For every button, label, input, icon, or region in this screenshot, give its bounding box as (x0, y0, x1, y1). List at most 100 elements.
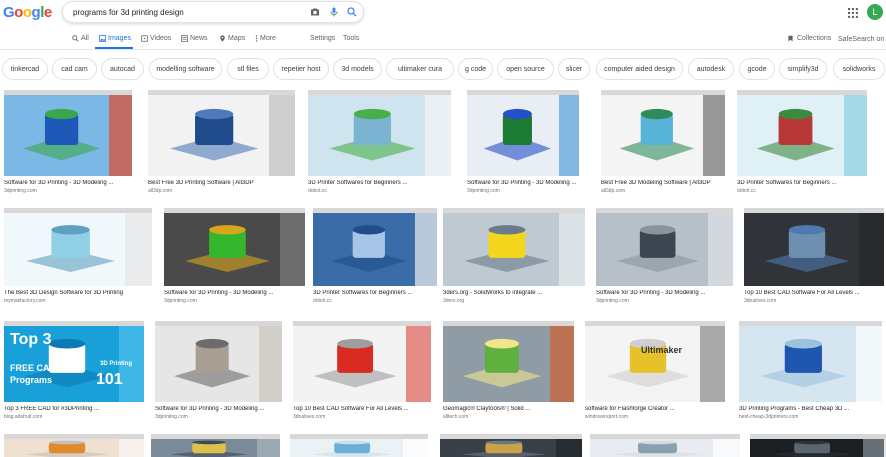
tab-maps[interactable]: Maps (219, 35, 245, 42)
result-title[interactable]: Software for 3D Printing - 3D Modeling .… (164, 290, 315, 296)
google-logo[interactable]: Google (3, 4, 52, 21)
apps-grid-icon[interactable] (848, 8, 858, 18)
overlay-line: 3D Printing (100, 361, 133, 367)
result-source[interactable]: blog.adafruit.com (4, 414, 154, 420)
chip-simplify3d[interactable]: simplify3d (779, 58, 827, 80)
result-source[interactable]: alltech.com (443, 414, 584, 420)
chip-g-code[interactable]: g code (458, 58, 493, 80)
result-thumbnail[interactable] (4, 208, 152, 286)
result-thumbnail[interactable] (750, 434, 886, 457)
result-title[interactable]: Software for 3D Printing - 3D Modeling .… (596, 290, 743, 296)
chip-gcode[interactable]: gcode (739, 58, 775, 80)
chip-open-source[interactable]: open source (497, 58, 554, 80)
result-thumbnail[interactable] (590, 434, 740, 457)
camera-icon[interactable] (309, 6, 321, 18)
result-thumbnail[interactable] (737, 90, 867, 176)
result-title[interactable]: 3D Printer Softwares for Beginners ... (737, 180, 877, 186)
result-title[interactable]: 3D Printing Programs - Best Cheap 3D ... (739, 406, 886, 412)
result-title[interactable]: Best Free 3D Modeling Software | All3DP (601, 180, 735, 186)
result-title[interactable]: Top 10 Best CAD Software For All Levels … (293, 406, 441, 412)
result-title[interactable]: 3D Printer Softwares for Beginners ... (308, 180, 461, 186)
result-thumbnail[interactable]: Ultimaker (585, 321, 725, 402)
tab-more[interactable]: More (255, 35, 276, 42)
result-thumbnail[interactable] (4, 434, 144, 457)
search-icon (72, 35, 79, 42)
result-source[interactable]: 3dprinting.com (164, 298, 315, 304)
microphone-icon[interactable] (328, 6, 340, 18)
result-thumbnail[interactable] (4, 90, 132, 176)
result-thumbnail[interactable] (596, 208, 733, 286)
result-thumbnail[interactable] (443, 208, 585, 286)
chip-computer-aided-design[interactable]: computer aided design (596, 58, 683, 80)
result-source[interactable]: dobot.cc (308, 188, 461, 194)
tab-news[interactable]: News (181, 35, 208, 42)
result-source[interactable]: best-cheap-3dprinters.com (739, 414, 886, 420)
result-title[interactable]: Top 10 Best CAD Software For All Levels … (744, 290, 886, 296)
result-thumbnail[interactable] (440, 434, 582, 457)
result-title[interactable]: software for Flashforge Creator ... (585, 406, 735, 412)
result-title[interactable]: Software for 3D Printing - 3D Modeling .… (4, 180, 142, 186)
header: Google L All Images Videos (0, 0, 886, 50)
result-source[interactable]: all3dp.com (601, 188, 735, 194)
result-source[interactable]: all3dp.com (148, 188, 305, 194)
chip-cad-cam[interactable]: cad cam (52, 58, 97, 80)
result-title[interactable]: Top 3 FREE CAD for #3DPrinting ... (4, 406, 154, 412)
tab-all[interactable]: All (72, 35, 89, 42)
collections-link[interactable]: Collections (787, 35, 831, 42)
chip-repetier-host[interactable]: repetier host (273, 58, 329, 80)
result-source[interactable]: 3dprinting.com (596, 298, 743, 304)
result-source[interactable]: 3dprinting.com (155, 414, 292, 420)
logo-letter: o (14, 4, 23, 21)
result-title[interactable]: 3ders.org - SolidWorks to integrate ... (443, 290, 595, 296)
result-title[interactable]: Best Free 3D Printing Software | All3DP (148, 180, 305, 186)
result-thumbnail[interactable] (164, 208, 305, 286)
result-thumbnail[interactable] (293, 321, 431, 402)
result-thumbnail[interactable]: Top 3 FREE CAD Programs 3D Printing 101 (4, 321, 144, 402)
chip-modelling-software[interactable]: modelling software (149, 58, 222, 80)
result-source[interactable]: mymakfactory.com (4, 298, 162, 304)
search-box[interactable] (62, 1, 364, 23)
account-avatar[interactable]: L (867, 4, 883, 20)
tab-settings[interactable]: Settings (310, 35, 335, 42)
chip-3d-models[interactable]: 3d models (333, 58, 382, 80)
result-thumbnail[interactable] (151, 434, 280, 457)
search-icon[interactable] (346, 6, 358, 18)
chip-tinkercad[interactable]: tinkercad (2, 58, 48, 80)
result-thumbnail[interactable] (601, 90, 725, 176)
result-thumbnail[interactable] (148, 90, 295, 176)
result-source[interactable]: 3ders.org (443, 298, 595, 304)
tab-videos[interactable]: Videos (141, 35, 171, 42)
tab-tools[interactable]: Tools (343, 35, 359, 42)
result-thumbnail[interactable] (155, 321, 282, 402)
result-title[interactable]: The Best 3D Design Software for 3D Print… (4, 290, 162, 296)
result-source[interactable]: dobot.cc (313, 298, 447, 304)
chip-autocad[interactable]: autocad (101, 58, 144, 80)
tab-images[interactable]: Images (99, 35, 131, 42)
chip-slicer[interactable]: slicer (558, 58, 590, 80)
result-thumbnail[interactable] (313, 208, 437, 286)
chip-ultimaker-cura[interactable]: ultimaker cura (386, 58, 454, 80)
result-thumbnail[interactable] (744, 208, 884, 286)
result-title[interactable]: Geomagic® Claytools® | Solid ... (443, 406, 584, 412)
result-title[interactable]: Software for 3D Printing - 3D Modeling .… (155, 406, 292, 412)
result-thumbnail[interactable] (290, 434, 428, 457)
result-thumbnail[interactable] (467, 90, 579, 176)
safesearch-toggle[interactable]: SafeSearch on ▾ (838, 35, 886, 43)
search-input[interactable] (73, 5, 303, 20)
result-source[interactable]: 3dnatives.com (744, 298, 886, 304)
result-source[interactable]: 3dprinting.com (467, 188, 589, 194)
result-source[interactable]: 3dnatives.com (293, 414, 441, 420)
result-source[interactable]: 3dprinting.com (4, 188, 142, 194)
overlay-line: Ultimaker (641, 345, 683, 356)
result-thumbnail[interactable] (308, 90, 451, 176)
result-title[interactable]: Software for 3D Printing - 3D Modeling .… (467, 180, 589, 186)
result-source[interactable]: windowsreport.com (585, 414, 735, 420)
chip-autodesk[interactable]: autodesk (688, 58, 734, 80)
result-thumbnail[interactable] (739, 321, 882, 402)
chip-solidworks[interactable]: solidworks (833, 58, 885, 80)
related-searches-chips: tinkercad cad cam autocad modelling softwar… (0, 58, 886, 82)
chip-stl-files[interactable]: stl files (227, 58, 269, 80)
result-thumbnail[interactable] (443, 321, 574, 402)
result-source[interactable]: dobot.cc (737, 188, 877, 194)
result-title[interactable]: 3D Printer Softwares for Beginners ... (313, 290, 447, 296)
